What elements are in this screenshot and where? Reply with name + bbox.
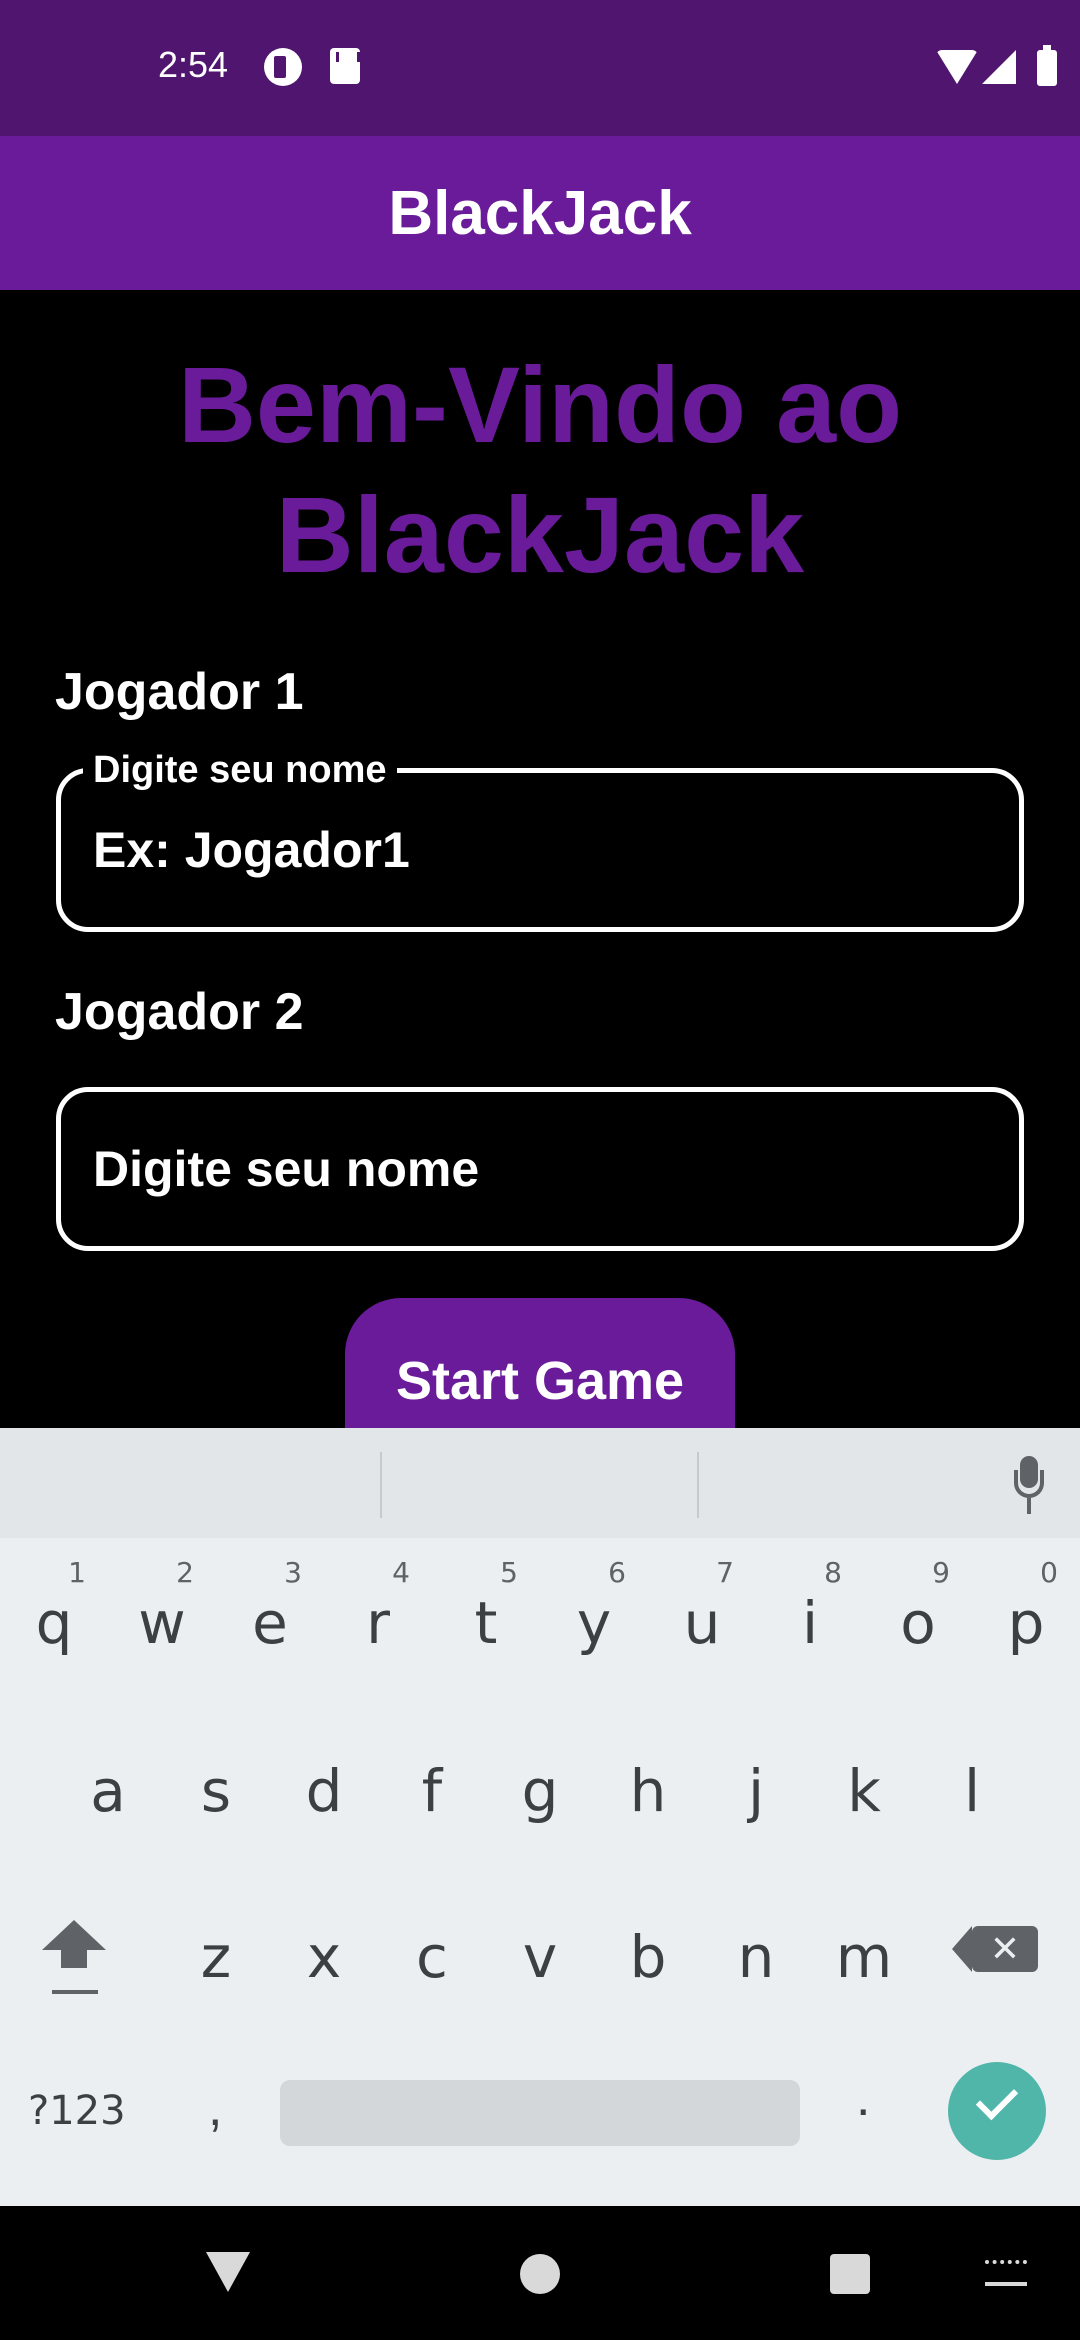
wifi-icon <box>936 50 978 84</box>
player1-label: Jogador 1 <box>55 663 304 721</box>
welcome-line-2: BlackJack <box>275 474 805 595</box>
comma-key[interactable]: , <box>208 2078 222 2138</box>
suggestion-divider <box>380 1452 382 1518</box>
key-g[interactable]: g <box>486 1716 594 1866</box>
app-title: BlackJack <box>388 178 692 248</box>
key-w[interactable]: w2 <box>108 1548 216 1698</box>
key-d[interactable]: d <box>270 1716 378 1866</box>
key-y[interactable]: y6 <box>540 1548 648 1698</box>
key-k[interactable]: k <box>810 1716 918 1866</box>
key-h[interactable]: h <box>594 1716 702 1866</box>
key-p[interactable]: p0 <box>972 1548 1080 1698</box>
start-game-button[interactable]: Start Game <box>345 1298 735 1438</box>
key-j[interactable]: j <box>702 1716 810 1866</box>
key-z[interactable]: z <box>162 1882 270 2032</box>
key-number-hint: 0 <box>1040 1556 1058 1589</box>
player1-name-field[interactable]: Digite seu nome Ex: Jogador1 <box>56 749 1024 932</box>
key-o[interactable]: o9 <box>864 1548 972 1698</box>
key-q[interactable]: q1 <box>0 1548 108 1698</box>
soft-keyboard: q1w2e3r4t5y6u7i8o9p0 asdfghjkl zxcvbnm ✕… <box>0 1428 1080 2206</box>
key-l[interactable]: l <box>918 1716 1026 1866</box>
battery-icon <box>1037 45 1057 86</box>
player2-label: Jogador 2 <box>55 983 304 1041</box>
check-icon <box>975 2077 1019 2121</box>
key-number-hint: 5 <box>500 1556 518 1589</box>
backspace-icon[interactable]: ✕ <box>952 1926 1038 1972</box>
suggestion-divider <box>697 1452 699 1518</box>
key-i[interactable]: i8 <box>756 1548 864 1698</box>
home-icon[interactable] <box>520 2254 560 2294</box>
navigation-bar <box>0 2206 1080 2340</box>
key-number-hint: 7 <box>716 1556 734 1589</box>
signal-icon <box>982 50 1016 84</box>
key-e[interactable]: e3 <box>216 1548 324 1698</box>
key-number-hint: 6 <box>608 1556 626 1589</box>
back-icon[interactable] <box>206 2252 250 2292</box>
key-number-hint: 8 <box>824 1556 842 1589</box>
microphone-icon[interactable] <box>1014 1456 1044 1516</box>
player1-placeholder: Ex: Jogador1 <box>93 822 410 878</box>
shift-icon[interactable] <box>40 1920 110 2000</box>
sd-card-icon <box>330 48 360 84</box>
key-number-hint: 1 <box>68 1556 86 1589</box>
key-n[interactable]: n <box>702 1882 810 2032</box>
enter-key[interactable] <box>948 2062 1046 2160</box>
space-key[interactable] <box>280 2080 800 2146</box>
key-f[interactable]: f <box>378 1716 486 1866</box>
key-m[interactable]: m <box>810 1882 918 2032</box>
key-number-hint: 3 <box>284 1556 302 1589</box>
key-number-hint: 9 <box>932 1556 950 1589</box>
status-bar: 2:54 <box>0 0 1080 136</box>
player1-field-label: Digite seu nome <box>83 749 397 791</box>
key-v[interactable]: v <box>486 1882 594 2032</box>
player2-name-field[interactable]: Digite seu nome <box>56 1087 1024 1251</box>
recents-icon[interactable] <box>830 2254 870 2294</box>
player2-placeholder: Digite seu nome <box>93 1141 480 1197</box>
key-number-hint: 2 <box>176 1556 194 1589</box>
key-r[interactable]: r4 <box>324 1548 432 1698</box>
key-a[interactable]: a <box>54 1716 162 1866</box>
notification-icon <box>264 48 302 86</box>
key-c[interactable]: c <box>378 1882 486 2032</box>
symbols-key[interactable]: ?123 <box>28 2088 126 2134</box>
key-x[interactable]: x <box>270 1882 378 2032</box>
key-u[interactable]: u7 <box>648 1548 756 1698</box>
app-bar: BlackJack <box>0 136 1080 290</box>
suggestion-bar <box>0 1428 1080 1538</box>
key-b[interactable]: b <box>594 1882 702 2032</box>
welcome-line-1: Bem-Vindo ao <box>177 344 903 465</box>
period-key[interactable]: . <box>856 2068 870 2128</box>
key-s[interactable]: s <box>162 1716 270 1866</box>
welcome-heading: Bem-Vindo ao BlackJack <box>0 340 1080 600</box>
status-time: 2:54 <box>158 44 229 85</box>
key-t[interactable]: t5 <box>432 1548 540 1698</box>
key-number-hint: 4 <box>392 1556 410 1589</box>
keyboard-switch-icon[interactable] <box>985 2260 1027 2286</box>
